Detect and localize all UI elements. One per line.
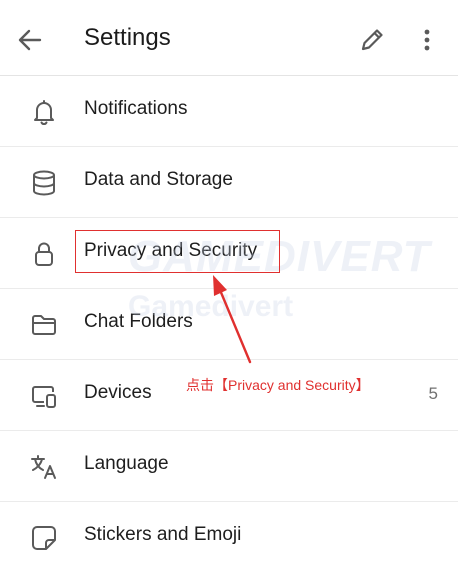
translate-icon bbox=[31, 455, 56, 479]
settings-list: Notifications Data and Storage Privacy a… bbox=[0, 76, 458, 561]
settings-item-devices[interactable]: Devices 5 bbox=[0, 360, 458, 431]
settings-screen: Settings Notifications Data and Storage … bbox=[0, 0, 458, 561]
bell-icon bbox=[34, 100, 54, 125]
sticker-icon bbox=[32, 526, 56, 550]
devices-icon bbox=[32, 386, 56, 408]
database-icon bbox=[33, 170, 55, 196]
settings-item-chat-folders[interactable]: Chat Folders bbox=[0, 289, 458, 360]
settings-item-notifications[interactable]: Notifications bbox=[0, 76, 458, 147]
settings-item-label: Devices bbox=[84, 382, 152, 403]
settings-item-label: Stickers and Emoji bbox=[84, 524, 242, 545]
folder-icon bbox=[32, 315, 56, 335]
settings-item-stickers-emoji[interactable]: Stickers and Emoji bbox=[0, 502, 458, 561]
more-options-button[interactable] bbox=[416, 24, 438, 56]
settings-item-language[interactable]: Language bbox=[0, 431, 458, 502]
edit-button[interactable] bbox=[356, 24, 388, 56]
arrow-left-icon bbox=[18, 29, 42, 51]
settings-item-label: Language bbox=[84, 453, 169, 474]
back-button[interactable] bbox=[14, 26, 46, 54]
page-title: Settings bbox=[84, 24, 171, 51]
more-vertical-icon bbox=[424, 29, 430, 51]
settings-item-data-storage[interactable]: Data and Storage bbox=[0, 147, 458, 218]
devices-count: 5 bbox=[428, 384, 438, 403]
app-header: Settings bbox=[0, 0, 458, 76]
settings-item-label: Notifications bbox=[84, 98, 188, 119]
settings-item-label: Data and Storage bbox=[84, 169, 233, 190]
annotation-text: 点击【Privacy and Security】 bbox=[186, 377, 370, 393]
lock-icon bbox=[35, 242, 53, 266]
highlight-box bbox=[75, 230, 280, 273]
pencil-icon bbox=[361, 29, 383, 51]
settings-item-label: Chat Folders bbox=[84, 311, 193, 332]
